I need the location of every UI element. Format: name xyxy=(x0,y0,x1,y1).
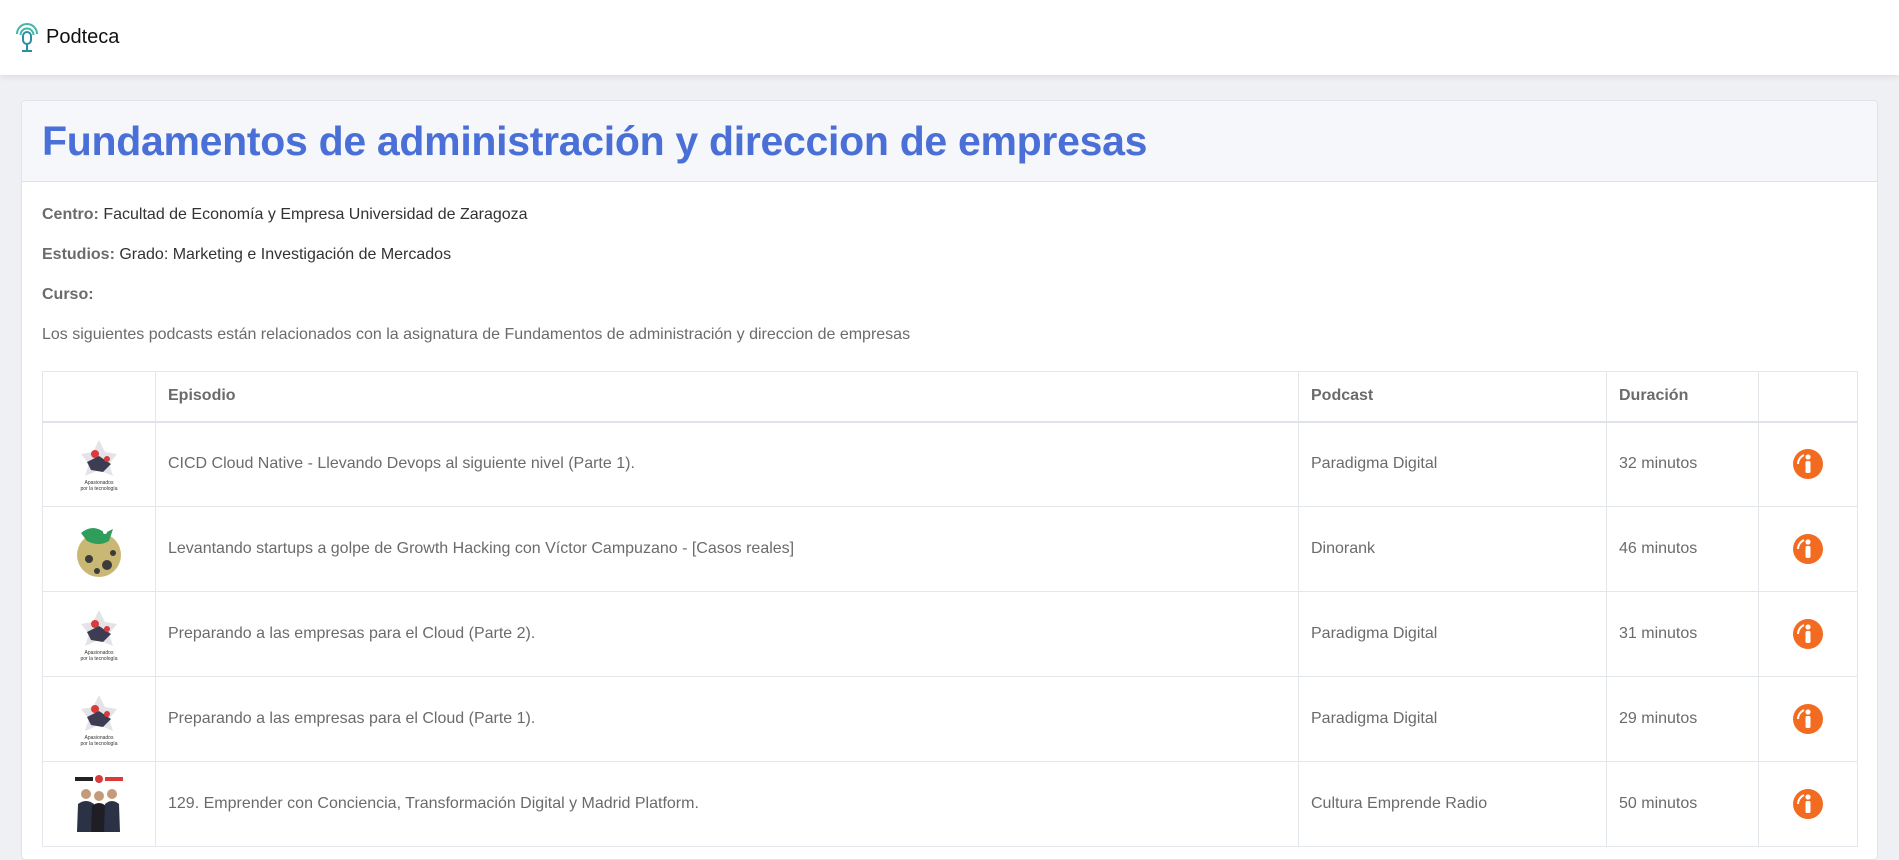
episode-title[interactable]: 129. Emprender con Conciencia, Transform… xyxy=(155,761,1299,847)
podcast-name: Cultura Emprende Radio xyxy=(1298,761,1607,847)
header-thumbnail xyxy=(42,371,156,423)
episode-duration: 29 minutos xyxy=(1606,676,1759,762)
description: Los siguientes podcasts están relacionad… xyxy=(42,326,911,343)
table-row: 129. Emprender con Conciencia, Transform… xyxy=(42,761,1858,847)
table-row: Levantando startups a golpe de Growth Ha… xyxy=(42,506,1858,592)
action-cell xyxy=(1758,421,1858,507)
ivoox-info-icon[interactable] xyxy=(1792,703,1824,735)
thumbnail-cell: Apasionados por la tecnología xyxy=(42,676,156,762)
subject-card: Fundamentos de administración y direccio… xyxy=(21,100,1878,860)
header-episodio: Episodio xyxy=(155,371,1299,423)
episode-duration: 31 minutos xyxy=(1606,591,1759,677)
episode-title[interactable]: Preparando a las empresas para el Cloud … xyxy=(155,591,1299,677)
cultura-emprende-thumbnail[interactable] xyxy=(69,774,129,834)
podcast-name: Paradigma Digital xyxy=(1298,676,1607,762)
thumbnail-cell xyxy=(42,761,156,847)
episodes-table: Episodio Podcast Duración Apasionados po… xyxy=(42,371,1858,847)
episode-duration: 50 minutos xyxy=(1606,761,1759,847)
table-row: Apasionados por la tecnología Preparando… xyxy=(42,591,1858,677)
table-row: Apasionados por la tecnología Preparando… xyxy=(42,676,1858,762)
action-cell xyxy=(1758,676,1858,762)
ivoox-info-icon[interactable] xyxy=(1792,533,1824,565)
podcast-name: Dinorank xyxy=(1298,506,1607,592)
page-title: Fundamentos de administración y direccio… xyxy=(42,117,1148,164)
estudios-label: Estudios: xyxy=(42,246,115,263)
episode-title[interactable]: Preparando a las empresas para el Cloud … xyxy=(155,676,1299,762)
episode-duration: 32 minutos xyxy=(1606,421,1759,507)
ivoox-info-icon[interactable] xyxy=(1792,788,1824,820)
podcast-microphone-icon xyxy=(16,22,38,52)
header-duracion: Duración xyxy=(1606,371,1759,423)
episode-title[interactable]: Levantando startups a golpe de Growth Ha… xyxy=(155,506,1299,592)
paradigma-thumbnail[interactable]: Apasionados por la tecnología xyxy=(69,689,129,749)
centro-label: Centro: xyxy=(42,206,99,223)
centro-value: Facultad de Economía y Empresa Universid… xyxy=(103,206,528,223)
paradigma-thumbnail[interactable]: Apasionados por la tecnología xyxy=(69,604,129,664)
estudios-value: Grado: Marketing e Investigación de Merc… xyxy=(119,246,452,263)
header-actions xyxy=(1758,371,1858,423)
ivoox-info-icon[interactable] xyxy=(1792,618,1824,650)
episode-title[interactable]: CICD Cloud Native - Llevando Devops al s… xyxy=(155,421,1299,507)
curso-label: Curso: xyxy=(42,286,94,303)
action-cell xyxy=(1758,761,1858,847)
dinorank-thumbnail[interactable] xyxy=(69,519,129,579)
estudios-line: Estudios: Grado: Marketing e Investigaci… xyxy=(42,245,1857,265)
curso-line: Curso: xyxy=(42,285,1857,305)
svg-text:por la tecnología: por la tecnología xyxy=(81,486,118,492)
thumbnail-cell xyxy=(42,506,156,592)
ivoox-info-icon[interactable] xyxy=(1792,448,1824,480)
svg-text:por la tecnología: por la tecnología xyxy=(81,741,118,747)
header-podcast: Podcast xyxy=(1298,371,1607,423)
podcast-name: Paradigma Digital xyxy=(1298,421,1607,507)
svg-text:por la tecnología: por la tecnología xyxy=(81,656,118,662)
card-header: Fundamentos de administración y direccio… xyxy=(22,101,1877,182)
thumbnail-cell: Apasionados por la tecnología xyxy=(42,591,156,677)
table-row: Apasionados por la tecnología CICD Cloud… xyxy=(42,421,1858,507)
card-body: Centro: Facultad de Economía y Empresa U… xyxy=(22,205,1877,847)
paradigma-thumbnail[interactable]: Apasionados por la tecnología xyxy=(69,434,129,495)
thumbnail-cell: Apasionados por la tecnología xyxy=(42,421,156,507)
centro-line: Centro: Facultad de Economía y Empresa U… xyxy=(42,205,1857,225)
action-cell xyxy=(1758,591,1858,677)
action-cell xyxy=(1758,506,1858,592)
navbar: Podteca xyxy=(0,0,1899,75)
brand-name: Podteca xyxy=(46,26,120,48)
table-header-row: Episodio Podcast Duración xyxy=(42,371,1858,423)
brand-link[interactable]: Podteca xyxy=(12,22,119,54)
podcast-name: Paradigma Digital xyxy=(1298,591,1607,677)
episode-duration: 46 minutos xyxy=(1606,506,1759,592)
